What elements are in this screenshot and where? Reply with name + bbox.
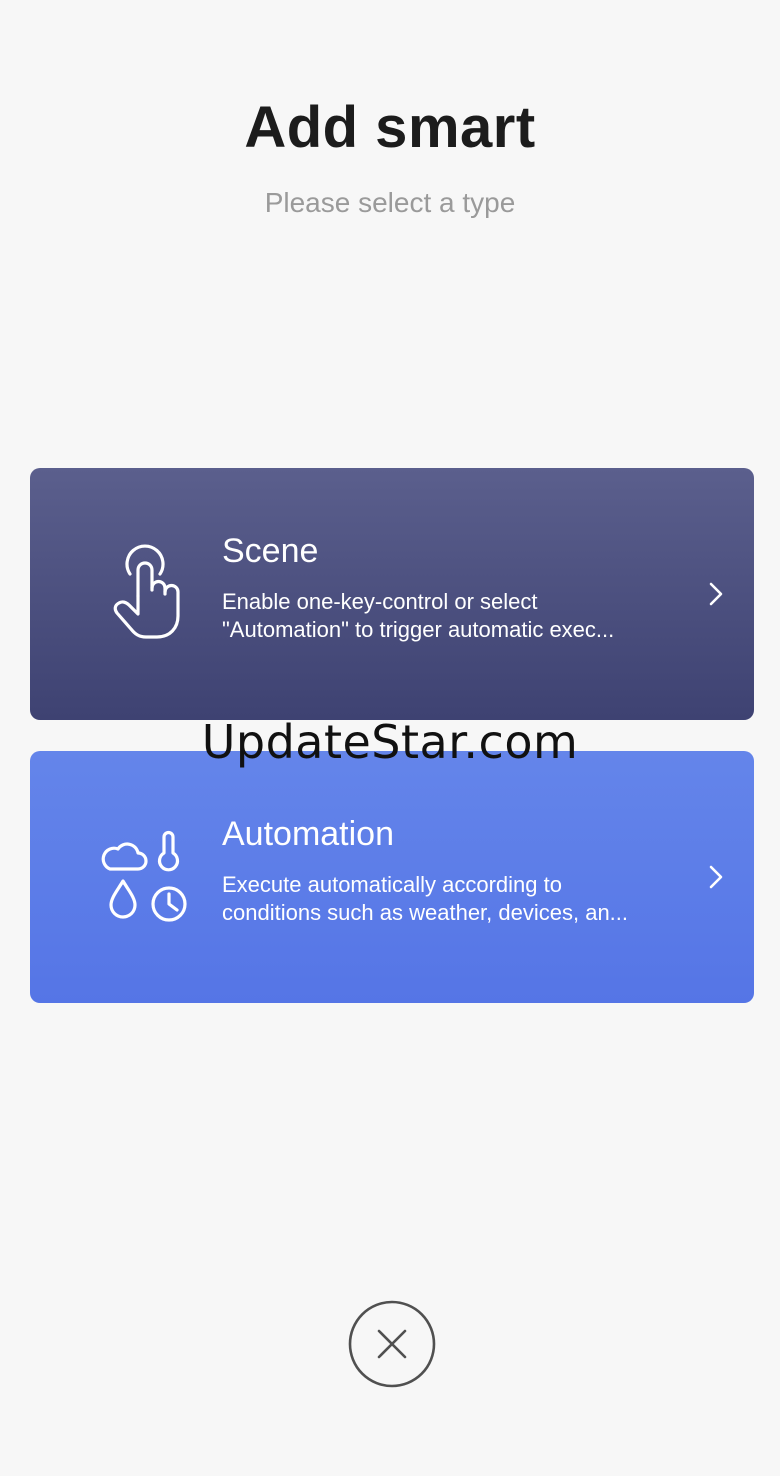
close-button[interactable] [348, 1300, 436, 1388]
automation-description-line-1: Execute automatically according to [222, 872, 562, 897]
header: Add smart Please select a type [0, 92, 780, 220]
page-subtitle: Please select a type [264, 187, 516, 218]
tap-hand-icon [100, 544, 200, 644]
scene-title: Scene [222, 532, 319, 570]
automation-title: Automation [222, 815, 394, 853]
page-title: Add smart [244, 95, 536, 160]
automation-description: Execute automatically according to condi… [222, 871, 672, 927]
weather-conditions-icon [100, 827, 200, 927]
scene-description: Enable one-key-control or select "Automa… [222, 588, 672, 644]
close-icon [348, 1300, 436, 1392]
scene-description-line-1: Enable one-key-control or select [222, 589, 538, 614]
chevron-right-icon [706, 863, 726, 891]
automation-card[interactable]: Automation Execute automatically accordi… [30, 751, 754, 1003]
scene-description-line-2: "Automation" to trigger automatic exec..… [222, 617, 615, 642]
watermark: UpdateStar.com [201, 715, 579, 769]
chevron-right-icon [706, 580, 726, 608]
scene-card[interactable]: Scene Enable one-key-control or select "… [30, 468, 754, 720]
automation-description-line-2: conditions such as weather, devices, an.… [222, 900, 629, 925]
